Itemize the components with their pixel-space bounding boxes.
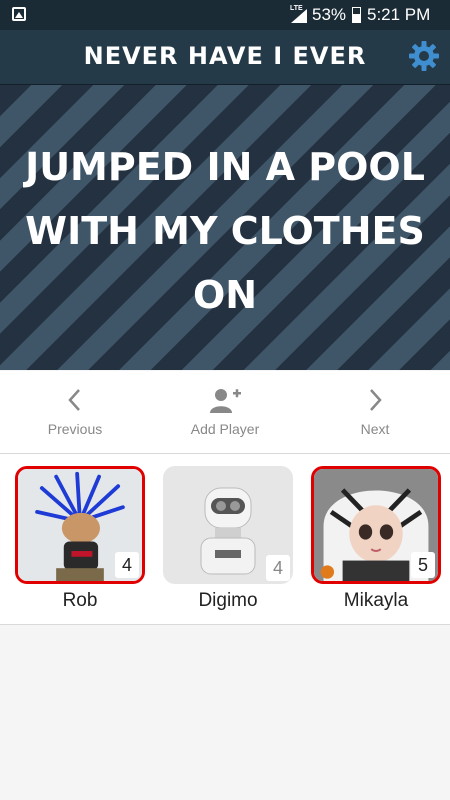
player-name: Mikayla bbox=[343, 590, 409, 611]
player-score: 4 bbox=[266, 555, 290, 581]
image-notification-icon bbox=[12, 7, 26, 21]
chevron-left-icon bbox=[68, 389, 80, 411]
player-score: 5 bbox=[411, 552, 435, 578]
next-label: Next bbox=[360, 421, 390, 437]
player-card-mikayla[interactable]: 5 Mikayla bbox=[306, 466, 446, 612]
player-card-rob[interactable]: 4 Rob bbox=[10, 466, 150, 612]
player-score: 4 bbox=[115, 552, 139, 578]
player-avatar-frame: 4 bbox=[163, 466, 293, 584]
previous-button[interactable]: Previous bbox=[15, 387, 135, 437]
controls-bar: Previous Add Player Next bbox=[0, 371, 450, 454]
question-text: JUMPED IN A POOL WITH MY CLOTHES ON bbox=[25, 145, 425, 317]
add-player-button[interactable]: Add Player bbox=[165, 387, 285, 437]
players-list: 4 Rob 4 Digimo 5 Mikayla bbox=[0, 454, 450, 625]
previous-label: Previous bbox=[47, 421, 103, 437]
battery-icon bbox=[352, 7, 361, 23]
app-bar: NEVER HAVE I EVER bbox=[0, 30, 450, 85]
player-card-digimo[interactable]: 4 Digimo bbox=[158, 466, 298, 612]
add-user-icon bbox=[210, 389, 241, 413]
player-name: Rob bbox=[62, 590, 98, 611]
player-name: Digimo bbox=[198, 590, 258, 611]
battery-percent: 53% bbox=[312, 5, 347, 24]
chevron-right-icon bbox=[370, 389, 382, 411]
app-title: NEVER HAVE I EVER bbox=[83, 42, 367, 70]
player-avatar-frame: 5 bbox=[311, 466, 441, 584]
clock: 5:21 PM bbox=[367, 5, 431, 24]
player-avatar-frame: 4 bbox=[15, 466, 145, 584]
status-bar: LTE 53% 5:21 PM bbox=[0, 0, 450, 30]
gear-icon[interactable] bbox=[408, 40, 440, 72]
signal-icon bbox=[291, 9, 307, 23]
add-player-label: Add Player bbox=[190, 421, 260, 437]
question-card: JUMPED IN A POOL WITH MY CLOTHES ON bbox=[0, 85, 450, 370]
next-button[interactable]: Next bbox=[315, 387, 435, 437]
